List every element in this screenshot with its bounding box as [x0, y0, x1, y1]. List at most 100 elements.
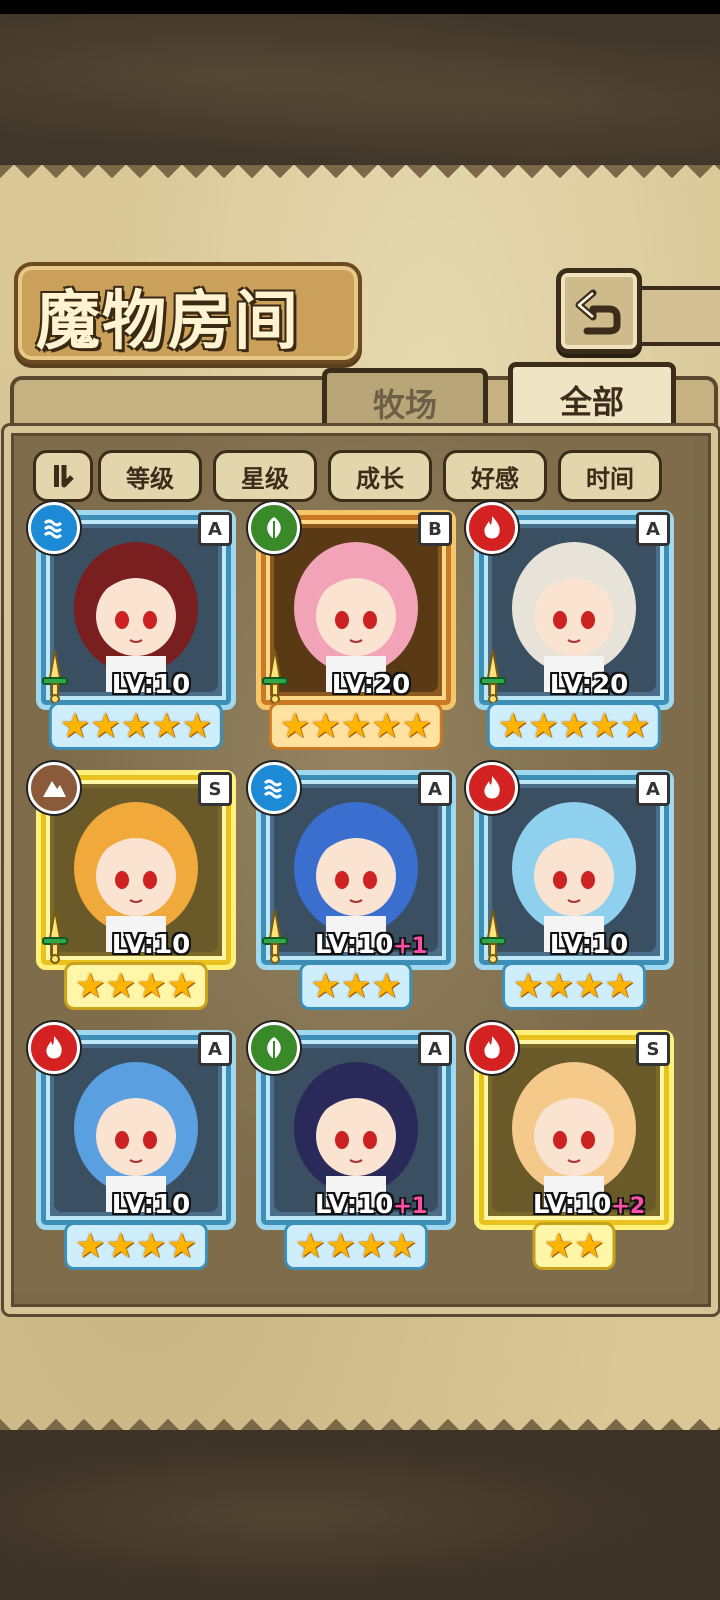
level-label: LV:20: [514, 670, 664, 700]
rank-badge: A: [636, 512, 670, 546]
page-title: 魔物房间: [36, 284, 300, 359]
star-rating: ★ ★ ★ ★ ★: [486, 702, 662, 750]
star-icon: ★: [310, 706, 341, 746]
star-rating: ★ ★ ★ ★: [502, 962, 646, 1010]
level-plus: +2: [611, 1194, 646, 1219]
rank-badge: A: [418, 1032, 452, 1066]
star-icon: ★: [371, 966, 402, 1006]
monster-card[interactable]: A LV:10 ★ ★ ★ ★ ★: [28, 502, 236, 750]
monster-portrait: [54, 1048, 218, 1212]
sort-star-button[interactable]: 星级: [213, 450, 317, 502]
star-icon: ★: [59, 706, 91, 746]
level-value: LV:10: [111, 670, 191, 700]
star-icon: ★: [619, 706, 651, 746]
sort-affection-button[interactable]: 好感: [443, 450, 547, 502]
monster-portrait: [274, 788, 438, 952]
earth-icon: [28, 762, 80, 814]
monster-card[interactable]: A LV:10+1 ★ ★ ★: [248, 762, 456, 1010]
star-icon: ★: [513, 966, 544, 1006]
level-value: LV:10: [532, 1190, 612, 1220]
star-icon: ★: [604, 966, 635, 1006]
background-map-top: [0, 14, 720, 164]
monster-card[interactable]: A LV:10+1 ★ ★ ★ ★: [248, 1022, 456, 1270]
fire-icon: [28, 1022, 80, 1074]
background-map-bottom: [0, 1430, 720, 1600]
level-value: LV:10: [111, 1190, 191, 1220]
star-icon: ★: [181, 706, 213, 746]
fire-icon: [466, 762, 518, 814]
monster-portrait: [54, 788, 218, 952]
level-value: LV:10: [314, 1190, 394, 1220]
star-icon: ★: [136, 1226, 167, 1266]
star-rating: ★ ★ ★ ★ ★: [268, 702, 444, 750]
level-label: LV:10+2: [514, 1190, 664, 1220]
water-icon: [28, 502, 80, 554]
star-icon: ★: [340, 966, 372, 1006]
level-label: LV:10+1: [296, 1190, 446, 1220]
star-rating: ★ ★ ★ ★ ★: [48, 702, 224, 750]
star-icon: ★: [136, 966, 167, 1006]
star-icon: ★: [120, 706, 152, 746]
level-label: LV:10: [514, 930, 664, 960]
monster-card[interactable]: S LV:10 ★ ★ ★ ★: [28, 762, 236, 1010]
rank-badge: B: [418, 512, 452, 546]
monster-portrait: [492, 528, 656, 692]
level-value: LV:20: [331, 670, 411, 700]
star-icon: ★: [340, 706, 372, 746]
fire-icon: [466, 1022, 518, 1074]
torn-edge-top: [0, 165, 720, 191]
level-plus: +1: [393, 934, 428, 959]
monster-portrait: [54, 528, 218, 692]
star-icon: ★: [543, 1226, 574, 1266]
star-icon: ★: [310, 966, 341, 1006]
star-icon: ★: [356, 1226, 387, 1266]
level-value: LV:10: [111, 930, 191, 960]
star-icon: ★: [151, 706, 182, 746]
rank-badge: A: [636, 772, 670, 806]
sword-icon: [42, 649, 68, 704]
star-icon: ★: [105, 966, 136, 1006]
monster-card[interactable]: S LV:10+2 ★ ★: [466, 1022, 674, 1270]
star-icon: ★: [325, 1226, 356, 1266]
star-rating: ★ ★ ★ ★: [64, 962, 208, 1010]
monster-portrait: [492, 1048, 656, 1212]
sort-level-button[interactable]: 等级: [98, 450, 202, 502]
star-rating: ★ ★ ★ ★: [284, 1222, 428, 1270]
sword-icon: [480, 909, 506, 964]
sort-time-button[interactable]: 时间: [558, 450, 662, 502]
level-value: LV:10: [549, 930, 629, 960]
back-button-strip: [632, 286, 720, 346]
star-icon: ★: [386, 1226, 417, 1266]
level-label: LV:10+1: [296, 930, 446, 960]
monster-card[interactable]: A LV:20 ★ ★ ★ ★ ★: [466, 502, 674, 750]
monster-portrait: [274, 528, 438, 692]
star-icon: ★: [90, 706, 121, 746]
star-rating: ★ ★: [532, 1222, 616, 1270]
rank-badge: S: [636, 1032, 670, 1066]
star-icon: ★: [75, 966, 106, 1006]
level-plus: +1: [393, 1194, 428, 1219]
level-label: LV:10: [76, 1190, 226, 1220]
leaf-icon: [248, 502, 300, 554]
sort-order-toggle[interactable]: [33, 450, 93, 502]
monster-card[interactable]: B LV:20 ★ ★ ★ ★ ★: [248, 502, 456, 750]
monster-card[interactable]: A LV:10 ★ ★ ★ ★: [466, 762, 674, 1010]
rank-badge: S: [198, 772, 232, 806]
monster-card[interactable]: A LV:10 ★ ★ ★ ★: [28, 1022, 236, 1270]
sword-icon: [42, 909, 68, 964]
leaf-icon: [248, 1022, 300, 1074]
star-icon: ★: [401, 706, 433, 746]
star-icon: ★: [528, 706, 559, 746]
sword-icon: [480, 649, 506, 704]
level-label: LV:10: [76, 930, 226, 960]
sort-growth-button[interactable]: 成长: [328, 450, 432, 502]
star-icon: ★: [497, 706, 529, 746]
back-button[interactable]: [556, 268, 642, 354]
star-icon: ★: [105, 1226, 136, 1266]
star-icon: ★: [574, 1226, 605, 1266]
tab-ranch[interactable]: 牧场: [322, 368, 488, 433]
tab-all[interactable]: 全部: [508, 362, 676, 433]
star-icon: ★: [574, 966, 605, 1006]
star-rating: ★ ★ ★ ★: [64, 1222, 208, 1270]
star-icon: ★: [589, 706, 620, 746]
